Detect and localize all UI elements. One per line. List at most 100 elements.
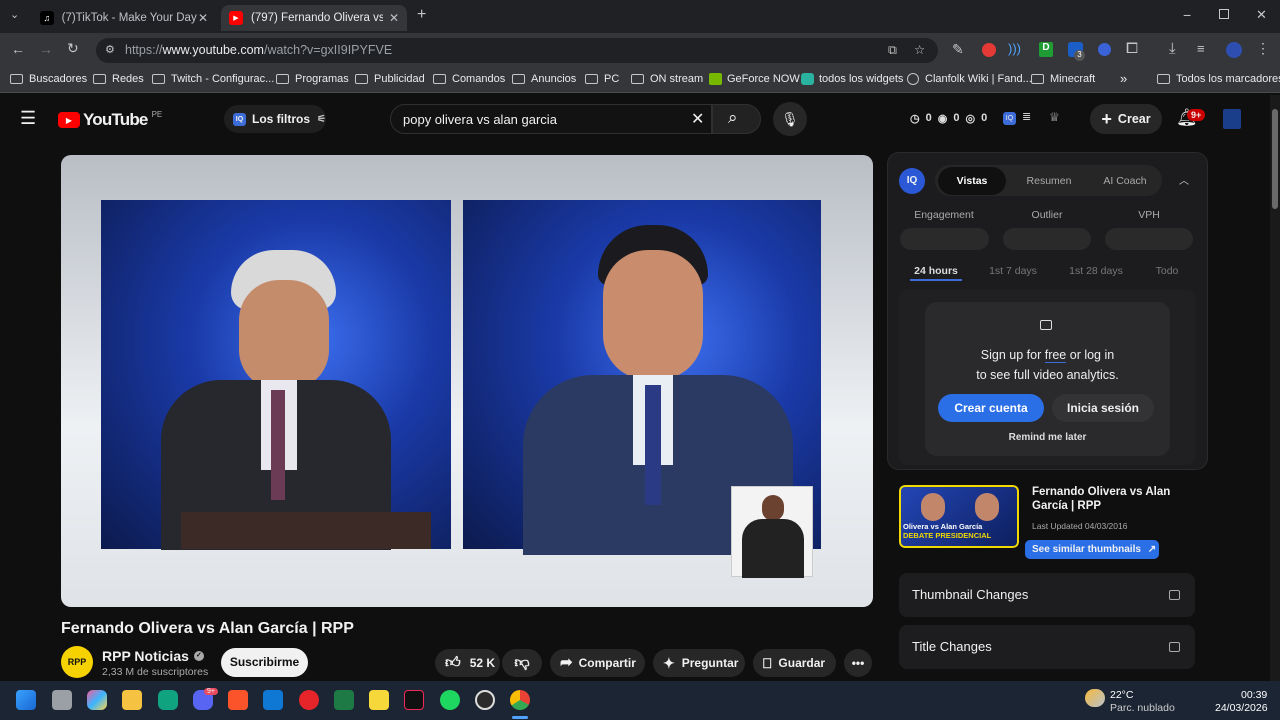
create-account-button[interactable]: Crear cuenta [938,394,1044,422]
list-icon[interactable]: ≣ [1022,110,1031,123]
menu-kebab-icon[interactable]: ⋮ [1256,40,1270,57]
green-d-extension-icon[interactable]: D [1039,42,1053,57]
similar-thumbnails-button[interactable]: See similar thumbnails ↗ [1025,540,1159,559]
audio-extension-icon[interactable]: ))) [1008,41,1021,56]
range-all[interactable]: Todo [1148,257,1186,285]
new-tab-icon[interactable]: + [417,6,426,24]
create-button[interactable]: + Crear [1090,104,1162,134]
forward-icon[interactable]: → [39,41,53,57]
bookmark-geforce[interactable]: GeForce NOW [709,73,800,85]
save-button[interactable]: ⎕ Guardar [753,649,836,677]
youtube-logo[interactable]: ▶ YouTube PE [58,110,162,130]
thumbnail-changes-card[interactable]: Thumbnail Changes [899,573,1195,617]
bookmark-folder[interactable]: Buscadores [10,73,87,85]
search-input[interactable] [390,104,712,134]
search-button[interactable]: ⌕ [712,104,761,134]
bookmarks-overflow[interactable]: » [1120,71,1127,86]
download-icon[interactable]: ⤓ [1169,40,1176,57]
range-24h[interactable]: 24 hours [910,257,962,281]
voice-search-button[interactable]: 🎙 [773,102,807,136]
bookmark-folder[interactable]: Redes [93,73,144,85]
ask-button[interactable]: ✦ Preguntar [653,649,745,677]
bookmark-folder[interactable]: Twitch - Configurac... [152,73,274,85]
bookmark-folder[interactable]: Publicidad [355,73,425,85]
minimize-icon[interactable]: − [1183,7,1191,23]
clock-date[interactable]: 24/03/2026 [1215,702,1268,714]
like-button[interactable]: 👍︎ 52 K [435,649,500,677]
task-view-icon[interactable] [52,690,72,710]
excel-icon[interactable] [334,690,354,710]
back-icon[interactable]: ← [11,41,25,57]
close-icon[interactable]: ✕ [389,11,399,25]
remind-later-link[interactable]: Remind me later [925,432,1170,443]
tab-ai-coach[interactable]: AI Coach [1090,167,1160,195]
clock-time[interactable]: 00:39 [1241,689,1267,701]
all-bookmarks[interactable]: Todos los marcadores [1157,73,1280,85]
red-extension-icon[interactable] [982,43,996,57]
trophy-icon[interactable]: ♕ [1049,110,1060,124]
collapse-chevron-icon[interactable]: ︿ [1179,172,1189,187]
bookmark-folder[interactable]: PC [585,73,619,85]
thumbnail-preview[interactable]: Olivera vs Alan García DEBATE PRESIDENCI… [899,485,1019,548]
bookmark-folder[interactable]: Programas [276,73,349,85]
subscribe-button[interactable]: Suscribirme [221,648,308,677]
overflow-chevron-icon: » [1120,71,1128,86]
bookmark-folder[interactable]: Minecraft [1031,73,1095,85]
circle-extension-icon[interactable] [1098,43,1111,56]
close-icon[interactable]: ✕ [198,11,208,25]
bookmark-label: Todos los marcadores [1176,73,1280,85]
puzzle-extensions-icon[interactable]: ⧠ [1126,40,1138,57]
tab-vistas[interactable]: Vistas [938,167,1006,195]
maximize-icon[interactable] [1219,9,1229,19]
bookmark-folder[interactable]: Comandos [433,73,505,85]
range-7d[interactable]: 1st 7 days [983,257,1043,285]
more-actions-button[interactable]: ••• [844,649,872,677]
green-app-icon[interactable] [158,690,178,710]
chrome-taskbar-icon[interactable] [510,690,530,710]
bookmark-widgets[interactable]: todos los widgets [801,73,903,85]
filters-button[interactable]: IQ Los filtros ⚟ [224,105,326,133]
account-avatar[interactable] [1223,109,1241,129]
tab-search-chevron-icon[interactable]: ⌄ [10,8,19,21]
opera-icon[interactable] [299,690,319,710]
eyedropper-extension-icon[interactable]: ✎ [952,41,964,58]
hamburger-menu-icon[interactable]: ☰ [20,108,36,129]
channel-avatar[interactable]: RPP [61,646,93,678]
channel-name[interactable]: RPP Noticias ✓ [102,648,204,664]
share-button[interactable]: ➦ Compartir [550,649,645,677]
tab-tiktok[interactable]: ♫ (7)TikTok - Make Your Day ✕ [32,5,216,31]
clear-search-icon[interactable]: ✕ [691,109,704,129]
file-explorer-icon[interactable] [122,690,142,710]
bookmark-folder[interactable]: ON stream [631,73,703,85]
video-player[interactable] [61,155,873,607]
dislike-button[interactable]: 👎︎ [502,649,542,677]
brave-icon[interactable] [228,690,248,710]
address-bar[interactable]: ⚙ https://www.youtube.com/watch?v=gxII9I… [96,38,938,63]
spotify-icon[interactable] [440,690,460,710]
tab-youtube[interactable]: ▶ (797) Fernando Olivera vs Alan García … [221,5,407,31]
outlook-icon[interactable] [263,690,283,710]
iq-toolbar-icon[interactable]: IQ [1003,112,1016,125]
tab-resumen[interactable]: Resumen [1012,167,1086,195]
bookmark-folder[interactable]: Anuncios [512,73,576,85]
title-changes-card[interactable]: Title Changes [899,625,1195,669]
bookmark-star-icon[interactable]: ☆ [914,38,925,63]
active-app-indicator [512,716,528,719]
obs-icon[interactable] [475,690,495,710]
scrollbar-thumb[interactable] [1272,109,1278,209]
bookmark-clanfolk[interactable]: Clanfolk Wiki | Fand... [907,73,1032,85]
windows-start-icon[interactable] [16,690,36,710]
range-28d[interactable]: 1st 28 days [1062,257,1130,285]
site-info-icon[interactable]: ⚙ [105,38,115,63]
copilot-icon[interactable] [87,690,107,710]
login-button[interactable]: Inicia sesión [1052,394,1154,422]
weather-icon[interactable] [1085,689,1105,707]
sticky-notes-icon[interactable] [369,690,389,710]
tiktok-taskbar-icon[interactable] [404,690,424,710]
install-app-icon[interactable]: ⧉ [888,38,897,63]
reload-icon[interactable]: ↻ [67,40,79,57]
profile-avatar[interactable] [1226,42,1242,58]
media-control-icon[interactable]: ≡ [1197,41,1205,56]
page-scrollbar[interactable] [1270,95,1280,681]
close-window-icon[interactable]: ✕ [1256,7,1267,23]
